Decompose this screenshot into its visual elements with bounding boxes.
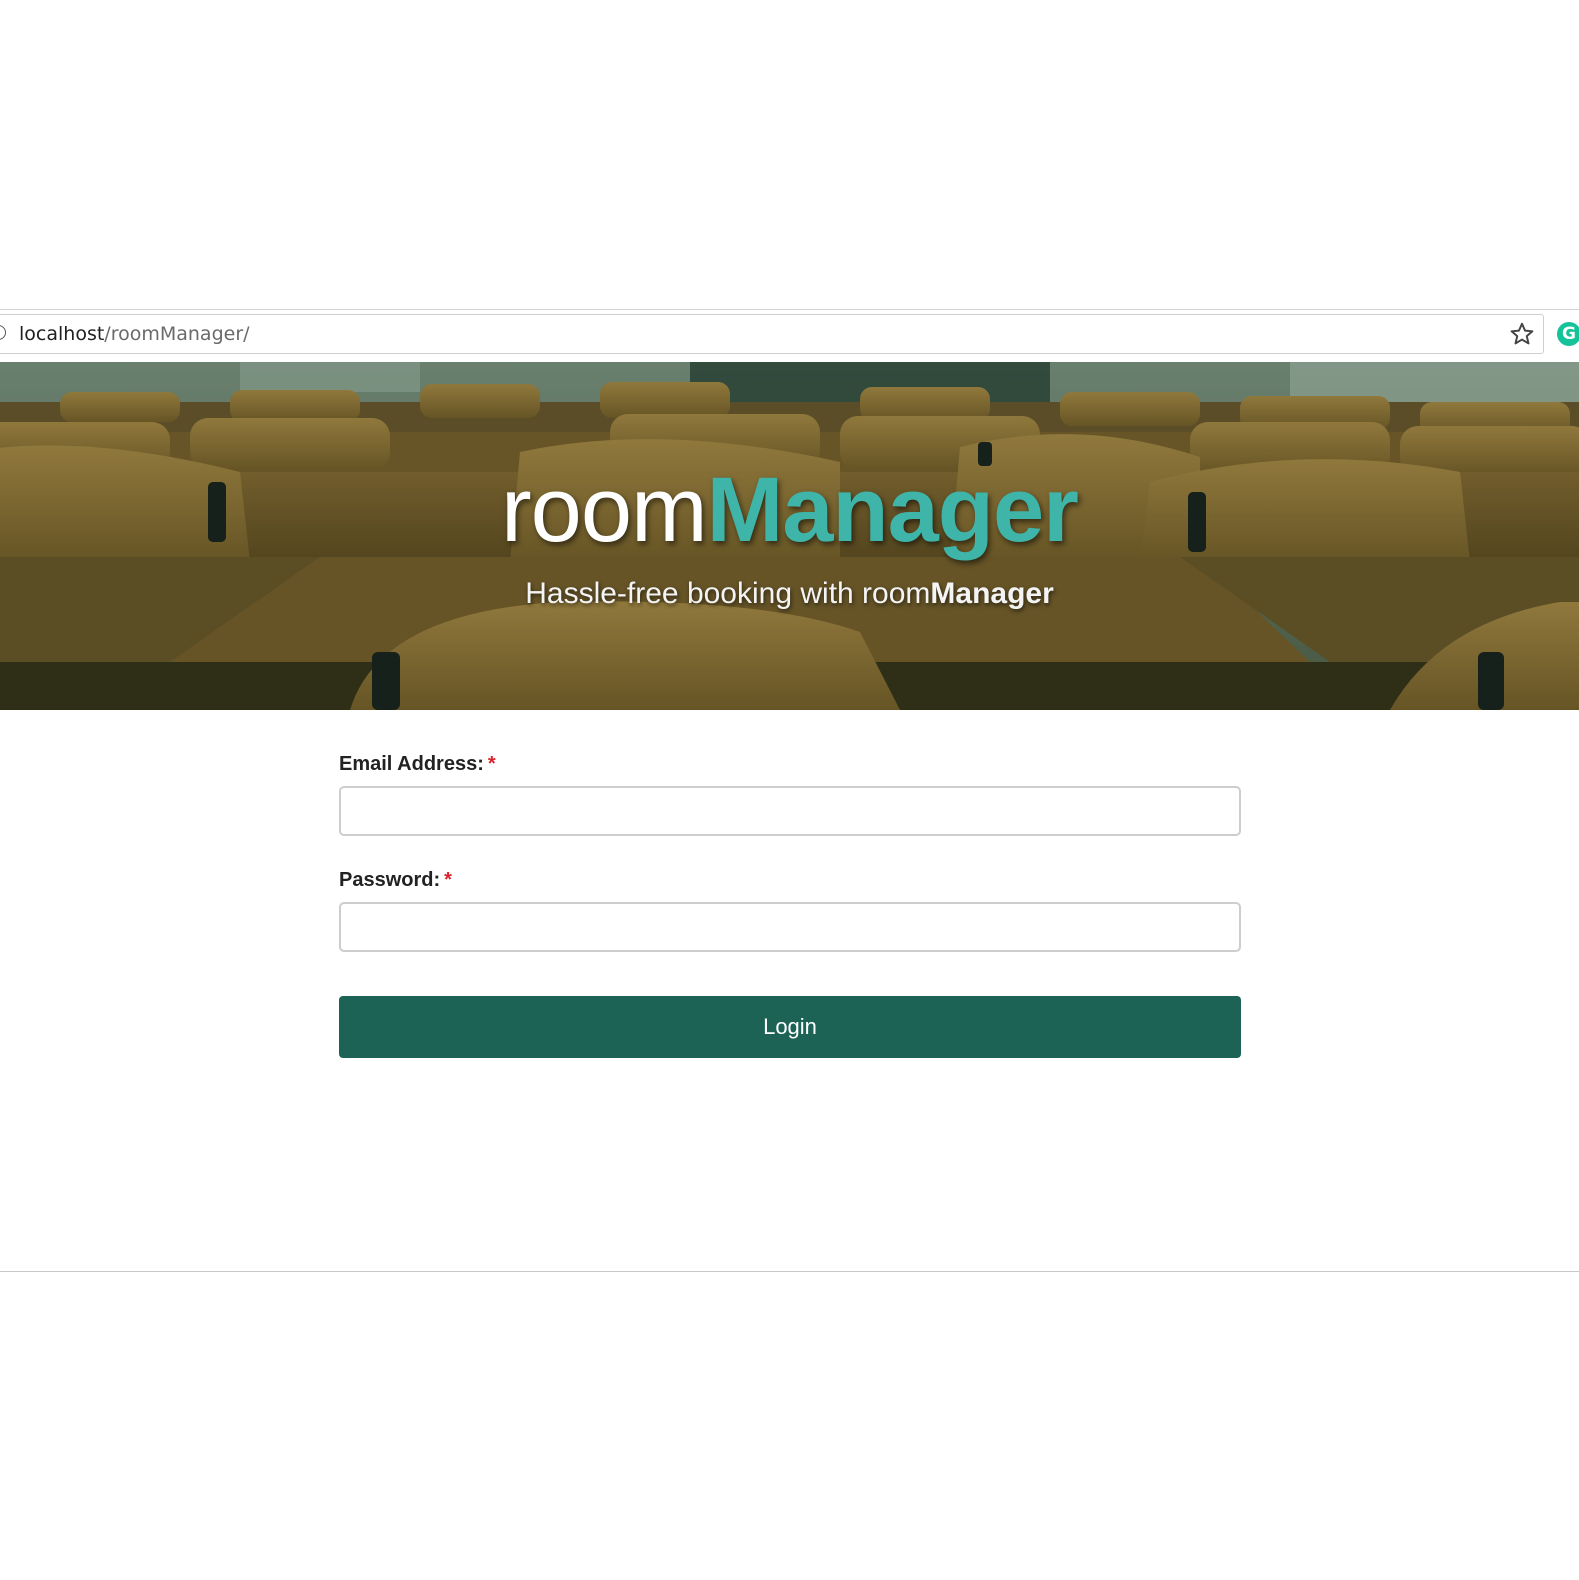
email-group: Email Address: *: [339, 750, 1241, 836]
password-group: Password: *: [339, 866, 1241, 952]
info-icon[interactable]: i: [0, 325, 6, 340]
app-title: roomManager: [0, 460, 1579, 560]
password-field[interactable]: [339, 902, 1241, 952]
grammarly-icon[interactable]: G: [1557, 322, 1579, 346]
url-text[interactable]: localhost/roomManager/: [19, 323, 250, 345]
required-marker: *: [487, 753, 496, 775]
password-label: Password: *: [339, 866, 1241, 894]
password-label-text: Password:: [339, 869, 441, 891]
tagline-bold: Manager: [930, 577, 1054, 610]
email-label-text: Email Address:: [339, 753, 484, 775]
login-button[interactable]: Login: [339, 996, 1241, 1058]
required-marker: *: [444, 869, 452, 891]
title-accent: Manager: [706, 459, 1079, 561]
login-page: i localhost/roomManager/ G: [0, 0, 1579, 1580]
tagline-text: Hassle-free booking with room: [525, 577, 931, 610]
browser-top-border: [0, 309, 1579, 310]
tagline: Hassle-free booking with roomManager: [0, 577, 1579, 611]
url-host: localhost: [19, 323, 105, 345]
star-icon[interactable]: [1509, 321, 1535, 347]
title-light: room: [501, 459, 708, 561]
address-bar[interactable]: i localhost/roomManager/: [0, 314, 1544, 354]
email-field[interactable]: [339, 786, 1241, 836]
url-path: /roomManager/: [104, 323, 250, 345]
browser-bottom-border: [0, 1271, 1579, 1272]
login-form: Email Address: * Password: * Login: [339, 750, 1241, 1058]
email-label: Email Address: *: [339, 750, 1241, 778]
